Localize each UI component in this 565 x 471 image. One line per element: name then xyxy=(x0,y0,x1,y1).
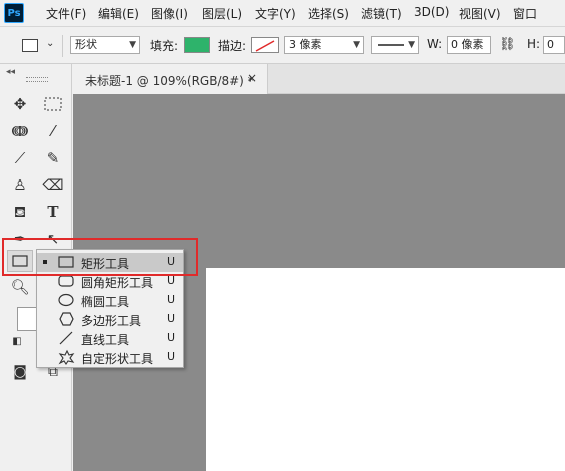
menu-filter[interactable]: 滤镜(T) xyxy=(361,5,402,22)
height-input[interactable]: 0 xyxy=(543,36,565,54)
width-input[interactable]: 0 像素 xyxy=(447,36,491,54)
stroke-label: 描边: xyxy=(218,39,247,53)
rounded-rectangle-tool-label: 圆角矩形工具 xyxy=(81,276,154,290)
shortcut-key: U xyxy=(167,293,176,306)
link-icon[interactable]: ⛓ xyxy=(499,37,516,52)
fill-label: 填充: xyxy=(150,39,179,53)
chevron-down-icon: ⌄ xyxy=(46,38,55,49)
menu-type[interactable]: 文字(Y) xyxy=(255,5,296,22)
shortcut-key: U xyxy=(167,312,176,325)
polygon-tool-item[interactable]: 多边形工具 U xyxy=(37,310,183,329)
brush-icon[interactable]: ✎ xyxy=(40,147,66,169)
paint-bucket-icon[interactable]: ⛾ xyxy=(7,201,33,223)
tool-preset-picker[interactable]: ⌄ xyxy=(18,36,56,56)
menu-window[interactable]: 窗口 xyxy=(513,5,537,22)
line-tool-item[interactable]: 直线工具 U xyxy=(37,329,183,348)
options-bar: ⌄ 形状 ▼ 填充: 描边: 3 像素 ▼ ▼ W: 0 像素 ⛓ H: 0 xyxy=(0,26,565,64)
polygon-icon xyxy=(59,312,74,326)
line-tool-label: 直线工具 xyxy=(81,333,130,347)
height-label: H: xyxy=(527,37,541,51)
rectangle-tool-label: 矩形工具 xyxy=(81,257,130,271)
menu-view[interactable]: 视图(V) xyxy=(459,5,501,22)
rounded-rectangle-tool-item[interactable]: 圆角矩形工具 U xyxy=(37,272,183,291)
document-tab[interactable]: 未标题-1 @ 109%(RGB/8#) * × xyxy=(73,64,268,94)
shortcut-key: U xyxy=(167,331,176,344)
menu-image[interactable]: 图像(I) xyxy=(151,5,188,22)
eyedropper-icon[interactable]: ⟋ xyxy=(7,147,33,169)
custom-shape-icon xyxy=(58,349,75,365)
document-tab-title: 未标题-1 @ 109%(RGB/8#) * xyxy=(85,74,254,88)
zoom-tool-icon[interactable]: 🔍︎ xyxy=(7,276,33,298)
ellipse-tool-label: 椭圆工具 xyxy=(81,295,130,309)
menu-3d[interactable]: 3D(D) xyxy=(414,5,449,19)
custom-shape-tool-item[interactable]: 自定形状工具 U xyxy=(37,348,183,367)
no-stroke-icon xyxy=(255,40,275,52)
chevron-down-icon: ▼ xyxy=(353,40,360,50)
divider xyxy=(62,35,63,57)
solid-line-icon xyxy=(378,44,404,46)
shape-tool-flyout: 矩形工具 U 圆角矩形工具 U 椭圆工具 U 多边形工具 U 直线工具 U 自定… xyxy=(36,249,184,368)
stroke-width-select[interactable]: 3 像素 ▼ xyxy=(284,36,364,54)
width-label: W: xyxy=(427,37,443,51)
ellipse-tool-item[interactable]: 椭圆工具 U xyxy=(37,291,183,310)
photoshop-logo: Ps xyxy=(4,3,24,23)
selected-bullet-icon xyxy=(43,260,47,264)
rectangle-tool-item[interactable]: 矩形工具 U xyxy=(37,253,183,272)
menu-bar: Ps 文件(F) 编辑(E) 图像(I) 图层(L) 文字(Y) 选择(S) 滤… xyxy=(0,0,565,26)
document-tab-bar: 未标题-1 @ 109%(RGB/8#) * × xyxy=(73,64,565,94)
custom-shape-tool-label: 自定形状工具 xyxy=(81,352,154,366)
type-tool-icon[interactable]: T xyxy=(40,201,66,223)
close-icon[interactable]: × xyxy=(247,71,257,85)
marquee-tool-icon[interactable] xyxy=(40,93,66,115)
tool-mode-select[interactable]: 形状 ▼ xyxy=(70,36,140,54)
ellipse-icon xyxy=(58,293,74,307)
rectangle-icon xyxy=(58,256,74,268)
move-tool-icon[interactable]: ✥ xyxy=(7,93,33,115)
menu-layer[interactable]: 图层(L) xyxy=(202,5,242,22)
stamp-icon[interactable]: ♙ xyxy=(7,174,33,196)
menu-file[interactable]: 文件(F) xyxy=(46,5,86,22)
menu-edit[interactable]: 编辑(E) xyxy=(98,5,139,22)
shape-tool-icon[interactable] xyxy=(7,250,33,272)
stroke-type-select[interactable]: ▼ xyxy=(371,36,419,54)
collapse-panel-icon[interactable]: ◂◂ xyxy=(6,67,15,77)
stroke-width-value: 3 像素 xyxy=(289,38,322,51)
chevron-down-icon: ▼ xyxy=(129,40,136,50)
pen-tool-icon[interactable]: ✒ xyxy=(7,228,33,250)
chevron-down-icon: ▼ xyxy=(408,40,415,50)
shortcut-key: U xyxy=(167,350,176,363)
shortcut-key: U xyxy=(167,255,176,268)
tool-mode-value: 形状 xyxy=(75,38,97,51)
lasso-tool-icon[interactable]: ↈ xyxy=(7,120,33,142)
quick-mask-icon[interactable]: ◙ xyxy=(7,361,33,383)
path-select-icon[interactable]: ↖ xyxy=(40,228,66,250)
default-colors-icon[interactable]: ◧ xyxy=(9,334,25,350)
document-canvas[interactable] xyxy=(206,268,565,471)
rounded-rectangle-icon xyxy=(58,275,74,287)
shortcut-key: U xyxy=(167,274,176,287)
eraser-icon[interactable]: ⌫ xyxy=(40,174,66,196)
line-icon xyxy=(59,331,73,345)
panel-grip[interactable] xyxy=(26,77,48,82)
fill-color-swatch[interactable] xyxy=(184,37,210,53)
rectangle-icon xyxy=(22,39,38,52)
menu-select[interactable]: 选择(S) xyxy=(308,5,349,22)
polygon-tool-label: 多边形工具 xyxy=(81,314,142,328)
magic-wand-icon[interactable]: ⁄ xyxy=(40,120,66,142)
stroke-color-swatch[interactable] xyxy=(251,37,279,53)
